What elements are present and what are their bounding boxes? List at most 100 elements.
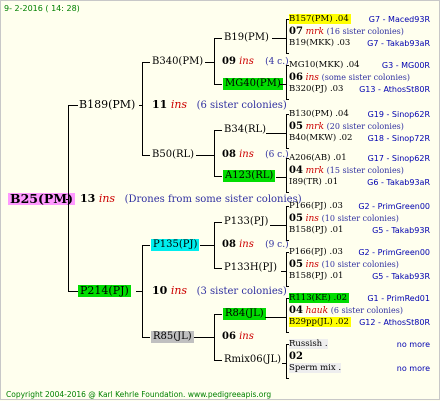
gen4-drone: B40(MKW) — [289, 133, 337, 143]
connector — [142, 62, 143, 155]
gen4-drone: B158(PJ) — [289, 271, 328, 281]
gen2-b-ins: ins — [239, 149, 254, 160]
gen3-queen-2: MG40(PM) — [223, 78, 283, 90]
mother-num: 10 — [152, 284, 168, 297]
gen2-b-info: 08 ins (6 c.) — [222, 149, 289, 161]
gen4-queen: A206(AB) — [289, 153, 331, 163]
connector — [214, 38, 222, 39]
connector — [286, 378, 289, 379]
gen2-c-info: 08 ins (9 c.) — [222, 239, 289, 251]
gen4-drone: I89(TR) — [289, 177, 322, 187]
gen4-source: G17 - Sinop62R — [367, 154, 430, 163]
gen4-source: G3 - MG00R — [381, 61, 430, 70]
gen4-source: G19 - Sinop62R — [367, 110, 430, 119]
root-ins: ins — [98, 192, 116, 205]
connector — [286, 99, 289, 100]
gen4-row: 04 mrk (15 sister colonies) — [289, 165, 404, 176]
gen4-source: G13 - AthosSt80R — [359, 85, 430, 94]
gen3-queen-1: B19(PM) — [224, 32, 269, 43]
gen3-queen-4: A123(RL) — [223, 170, 276, 182]
connector — [286, 65, 287, 99]
gen4-source: G7 - Maced93R — [368, 15, 430, 24]
connector — [272, 38, 286, 39]
connector — [214, 176, 222, 177]
gen4-drone: Sperm mix . — [289, 363, 342, 373]
gen4-row: B29pp(JL) .02 — [289, 317, 351, 327]
gen4-row: B158(PJ) .01 — [289, 225, 343, 235]
gen3-queen-5: P133(PJ) — [224, 216, 269, 227]
connector — [214, 314, 215, 360]
gen4-source: G18 - Sinop72R — [367, 134, 430, 143]
gen4-source: no more — [396, 340, 430, 349]
root-note: (Drones from some sister colonies) — [124, 194, 302, 205]
gen4-num: 04 — [289, 305, 303, 316]
gen4-num: 04 — [289, 165, 303, 176]
connector — [286, 148, 289, 149]
gen4-note: (16 sister colonies) — [326, 27, 404, 36]
gen4-value: .01 — [329, 225, 344, 235]
connector — [265, 317, 286, 318]
gen4-drone: B29pp(JL) — [289, 317, 333, 327]
gen4-row: 05 ins (10 sister colonies) — [289, 213, 399, 224]
connector — [214, 360, 222, 361]
gen3-queen-8: Rmix06(JL) — [224, 354, 282, 365]
gen4-row: A206(AB) .01 — [289, 153, 347, 163]
gen4-value: .03 — [329, 84, 344, 94]
gen4-row: B320(PJ) .03 — [289, 84, 343, 94]
gen4-drone: B320(PJ) — [289, 84, 328, 94]
connector — [68, 105, 78, 106]
gen4-type: ins — [305, 214, 319, 224]
gen2-c-num: 08 — [222, 239, 236, 250]
gen4-value: .03 — [329, 247, 343, 257]
gen2-b-queen: B50(RL) — [152, 149, 195, 160]
gen4-value: .01 — [324, 177, 339, 187]
gen4-queen: B130(PM) — [289, 109, 333, 119]
gen4-row: 02 — [289, 351, 303, 362]
connector — [266, 133, 286, 134]
gen4-type: hauk — [305, 306, 329, 316]
gen4-note: (some sister colonies) — [321, 73, 410, 82]
gen4-source: no more — [396, 364, 430, 373]
connector — [276, 177, 286, 178]
gen4-queen: MG10(MKK) — [289, 60, 344, 70]
connector — [142, 155, 150, 156]
gen4-row: P166(PJ) .03 — [289, 247, 343, 257]
gen2-d-queen: R85(JL) — [151, 331, 194, 343]
gen4-row: B130(PM) .04 — [289, 109, 349, 119]
gen4-value: .03 — [329, 201, 343, 211]
gen4-type: ins — [305, 260, 319, 270]
connector — [142, 337, 150, 338]
connector — [270, 225, 286, 226]
connector — [68, 105, 69, 291]
gen4-row: B158(PJ) .01 — [289, 271, 343, 281]
connector — [142, 62, 150, 63]
connector — [281, 271, 286, 272]
connector — [286, 332, 289, 333]
gen4-row: 05 mrk (20 sister colonies) — [289, 121, 404, 132]
gen4-row: B157(PM) .04 — [289, 14, 351, 24]
gen4-note: (20 sister colonies) — [326, 122, 404, 131]
gen4-row: MG10(MKK) .04 — [289, 60, 360, 70]
connector — [142, 245, 143, 337]
connector — [139, 105, 142, 106]
gen4-num: 07 — [289, 26, 303, 37]
gen2-d-info: 06 ins — [222, 331, 254, 343]
mother-ins: ins — [170, 284, 188, 297]
root-queen: B25(PM) — [8, 191, 76, 206]
connector — [214, 84, 222, 85]
connector — [214, 130, 215, 176]
gen2-a-ins: ins — [239, 56, 254, 67]
gen4-row: 06 ins (some sister colonies) — [289, 72, 410, 83]
father-num: 11 — [152, 98, 168, 111]
gen4-type: mrk — [305, 166, 324, 176]
gen4-source: G2 - PrimGreen00 — [358, 202, 430, 211]
gen2-c-queen: P135(PJ) — [151, 239, 200, 251]
gen2-d-num: 06 — [222, 331, 236, 342]
gen4-drone: B19(MKK) — [289, 38, 335, 48]
gen4-note: (10 sister colonies) — [321, 260, 399, 269]
connector — [286, 53, 289, 54]
connector — [214, 314, 222, 315]
gen4-row: 07 mrk (16 sister colonies) — [289, 26, 404, 37]
gen4-num: 02 — [289, 351, 303, 362]
father-ins: ins — [170, 98, 188, 111]
